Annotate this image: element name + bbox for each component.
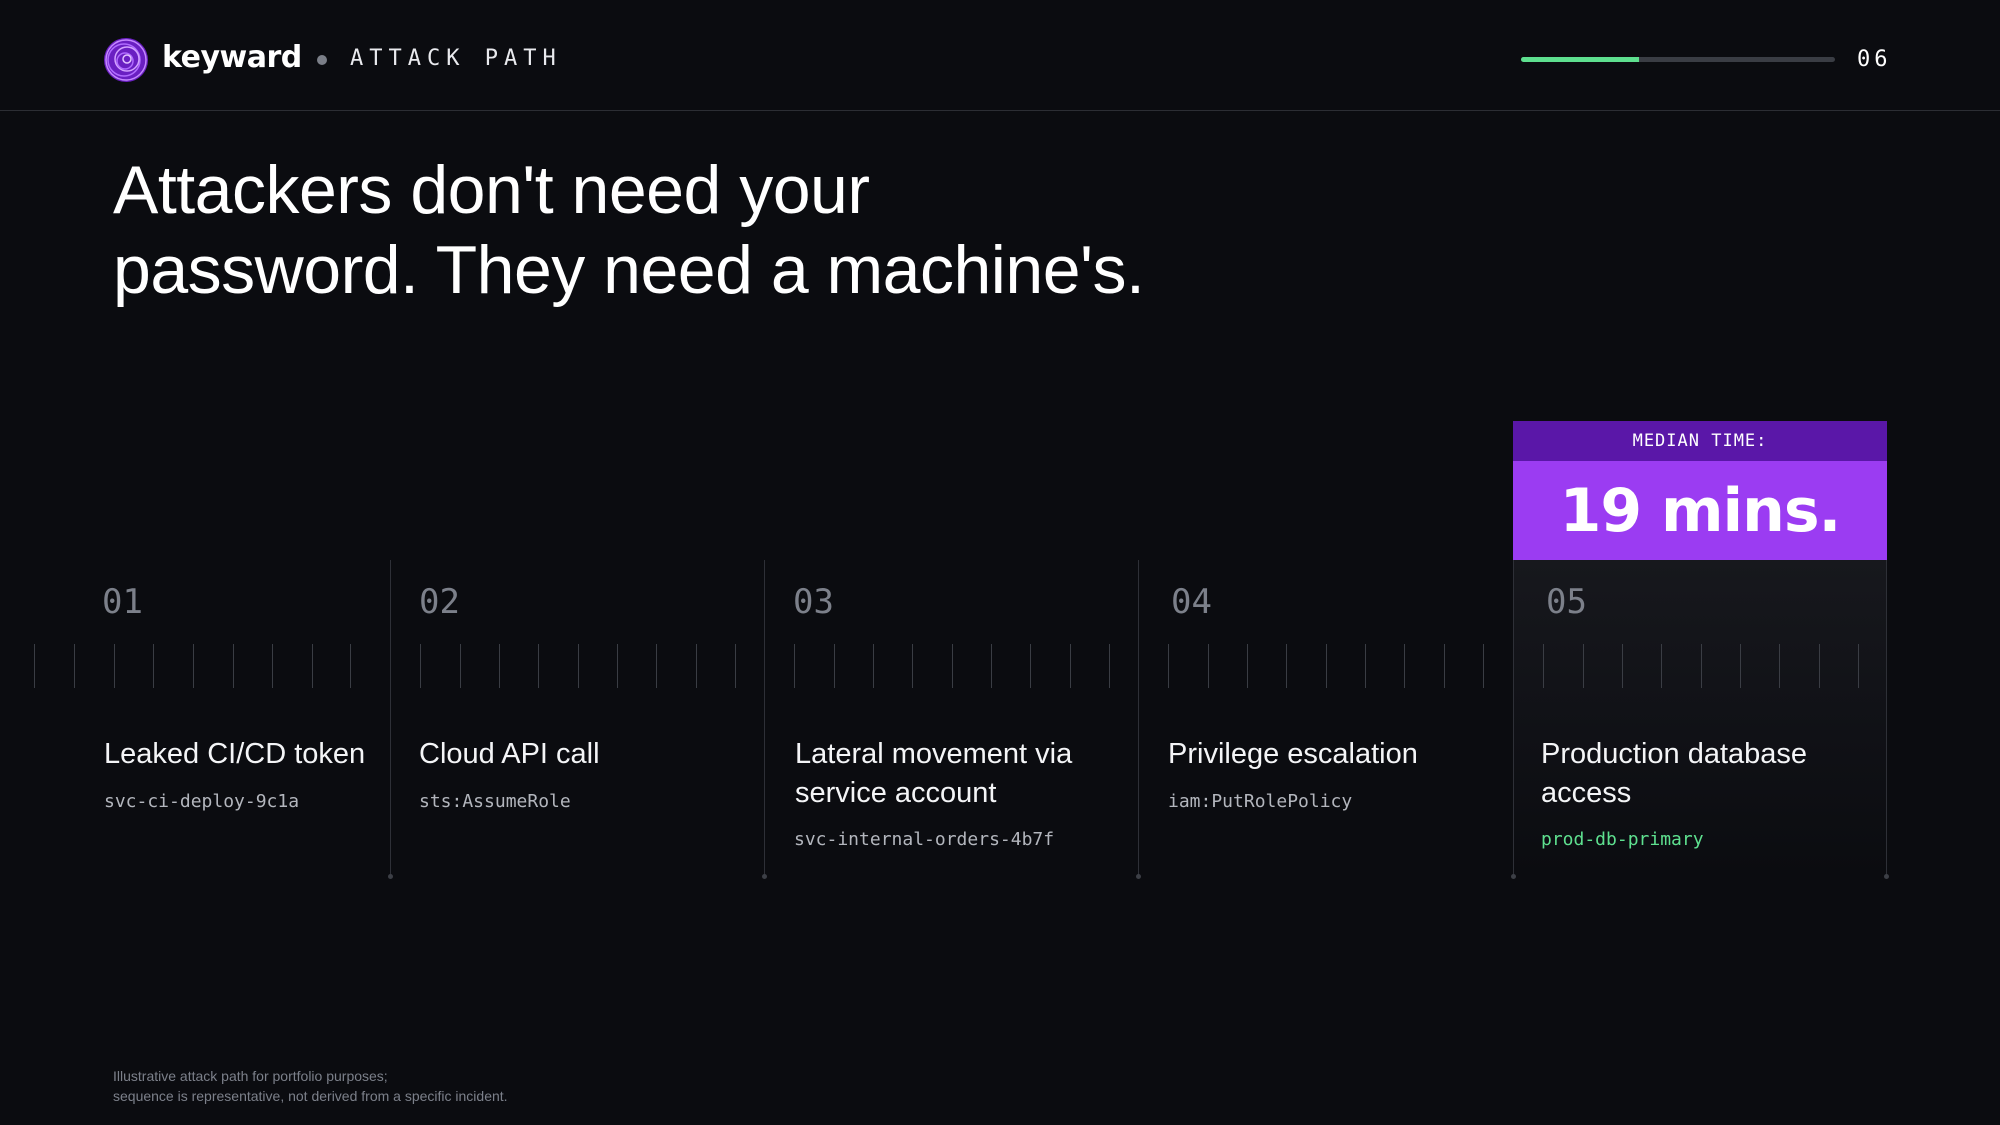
- step-title-line-1: Privilege escalation: [1168, 738, 1418, 770]
- tick: [272, 644, 273, 688]
- tick: [1858, 644, 1859, 688]
- tick: [1109, 644, 1110, 688]
- tick: [952, 644, 953, 688]
- tick: [153, 644, 154, 688]
- step-title: Leaked CI/CD token: [104, 735, 365, 774]
- step-divider: [1513, 560, 1514, 876]
- step-title-line-1: Leaked CI/CD token: [104, 738, 366, 770]
- tick: [873, 644, 874, 688]
- tick: [1326, 644, 1327, 688]
- headline-line-1: Attackers don't need your: [113, 152, 870, 228]
- step-identifier: svc-internal-orders-4b7f: [794, 829, 1055, 850]
- footnote: Illustrative attack path for portfolio p…: [113, 1066, 508, 1106]
- tick: [1779, 644, 1780, 688]
- step-title: Cloud API call: [419, 735, 600, 774]
- tick: [834, 644, 835, 688]
- tick: [1543, 644, 1544, 688]
- step-5: 05 Production database access prod-db-pr…: [1511, 560, 1889, 879]
- tick: [34, 644, 35, 688]
- brand-name: keyward: [162, 40, 302, 75]
- step-title: Privilege escalation: [1168, 735, 1418, 774]
- step-number: 03: [793, 582, 834, 622]
- step-title-line-1: Lateral movement via: [795, 738, 1073, 770]
- step-identifier: iam:PutRolePolicy: [1168, 791, 1353, 812]
- tick: [735, 644, 736, 688]
- step-number: 05: [1546, 582, 1587, 622]
- headline-line-2: password. They need a machine's.: [113, 232, 1145, 308]
- tick: [1483, 644, 1484, 688]
- tick: [312, 644, 313, 688]
- tick: [1661, 644, 1662, 688]
- tick: [193, 644, 194, 688]
- page-number: 06: [1857, 47, 1892, 72]
- step-divider: [1886, 560, 1887, 876]
- separator-dot: [317, 55, 327, 65]
- tick: [499, 644, 500, 688]
- tick: [114, 644, 115, 688]
- step-number: 01: [102, 582, 143, 622]
- tick: [1208, 644, 1209, 688]
- step-number: 02: [419, 582, 460, 622]
- tick: [617, 644, 618, 688]
- step-title-line-1: Production database: [1541, 738, 1808, 770]
- tick: [794, 644, 795, 688]
- step-title-line-2: access: [1541, 777, 1632, 809]
- step-title-line-2: service account: [795, 777, 997, 809]
- step-3: 03 Lateral movement via service account …: [765, 560, 1141, 879]
- callout-value: 19 mins.: [1513, 461, 1887, 561]
- median-time-callout: MEDIAN TIME: 19 mins.: [1513, 421, 1887, 561]
- header-bar: keyward ATTACK PATH 06: [0, 0, 2000, 111]
- tick: [420, 644, 421, 688]
- tick: [1819, 644, 1820, 688]
- tick: [1365, 644, 1366, 688]
- page-title: Attackers don't need your password. They…: [113, 150, 1413, 310]
- step-1: 01 Leaked CI/CD token svc-ci-deploy-9c1a: [0, 560, 393, 879]
- deck-progress-fill: [1521, 57, 1639, 62]
- tick: [656, 644, 657, 688]
- keyward-logo-icon: [104, 38, 148, 82]
- tick: [1444, 644, 1445, 688]
- tick: [1030, 644, 1031, 688]
- tick: [1701, 644, 1702, 688]
- tick: [460, 644, 461, 688]
- tick: [1740, 644, 1741, 688]
- step-identifier: svc-ci-deploy-9c1a: [104, 791, 300, 812]
- tick: [1286, 644, 1287, 688]
- tick: [1070, 644, 1071, 688]
- tick: [350, 644, 351, 688]
- tick: [1622, 644, 1623, 688]
- footnote-line-2: sequence is representative, not derived …: [113, 1088, 508, 1104]
- tick: [696, 644, 697, 688]
- step-divider-dot: [1511, 874, 1516, 879]
- footnote-line-1: Illustrative attack path for portfolio p…: [113, 1068, 388, 1084]
- step-4: 04 Privilege escalation iam:PutRolePolic…: [1139, 560, 1513, 876]
- step-title-line-1: Cloud API call: [419, 738, 600, 770]
- tick: [578, 644, 579, 688]
- tick: [1404, 644, 1405, 688]
- tick: [74, 644, 75, 688]
- deck-progress-bar: [1521, 57, 1835, 62]
- tick: [912, 644, 913, 688]
- step-title: Lateral movement via service account: [795, 735, 1072, 813]
- tick: [233, 644, 234, 688]
- step-divider-dot: [1884, 874, 1889, 879]
- step-2: 02 Cloud API call sts:AssumeRole: [391, 560, 767, 879]
- step-number: 04: [1171, 582, 1212, 622]
- tick: [538, 644, 539, 688]
- attack-path-steps: 01 Leaked CI/CD token svc-ci-deploy-9c1a…: [0, 560, 2000, 880]
- callout-label: MEDIAN TIME:: [1513, 421, 1887, 461]
- section-label: ATTACK PATH: [350, 46, 562, 71]
- tick: [1247, 644, 1248, 688]
- step-title: Production database access: [1541, 735, 1807, 813]
- tick: [991, 644, 992, 688]
- tick: [1168, 644, 1169, 688]
- step-identifier: sts:AssumeRole: [419, 791, 571, 812]
- tick: [1583, 644, 1584, 688]
- step-identifier: prod-db-primary: [1541, 829, 1704, 850]
